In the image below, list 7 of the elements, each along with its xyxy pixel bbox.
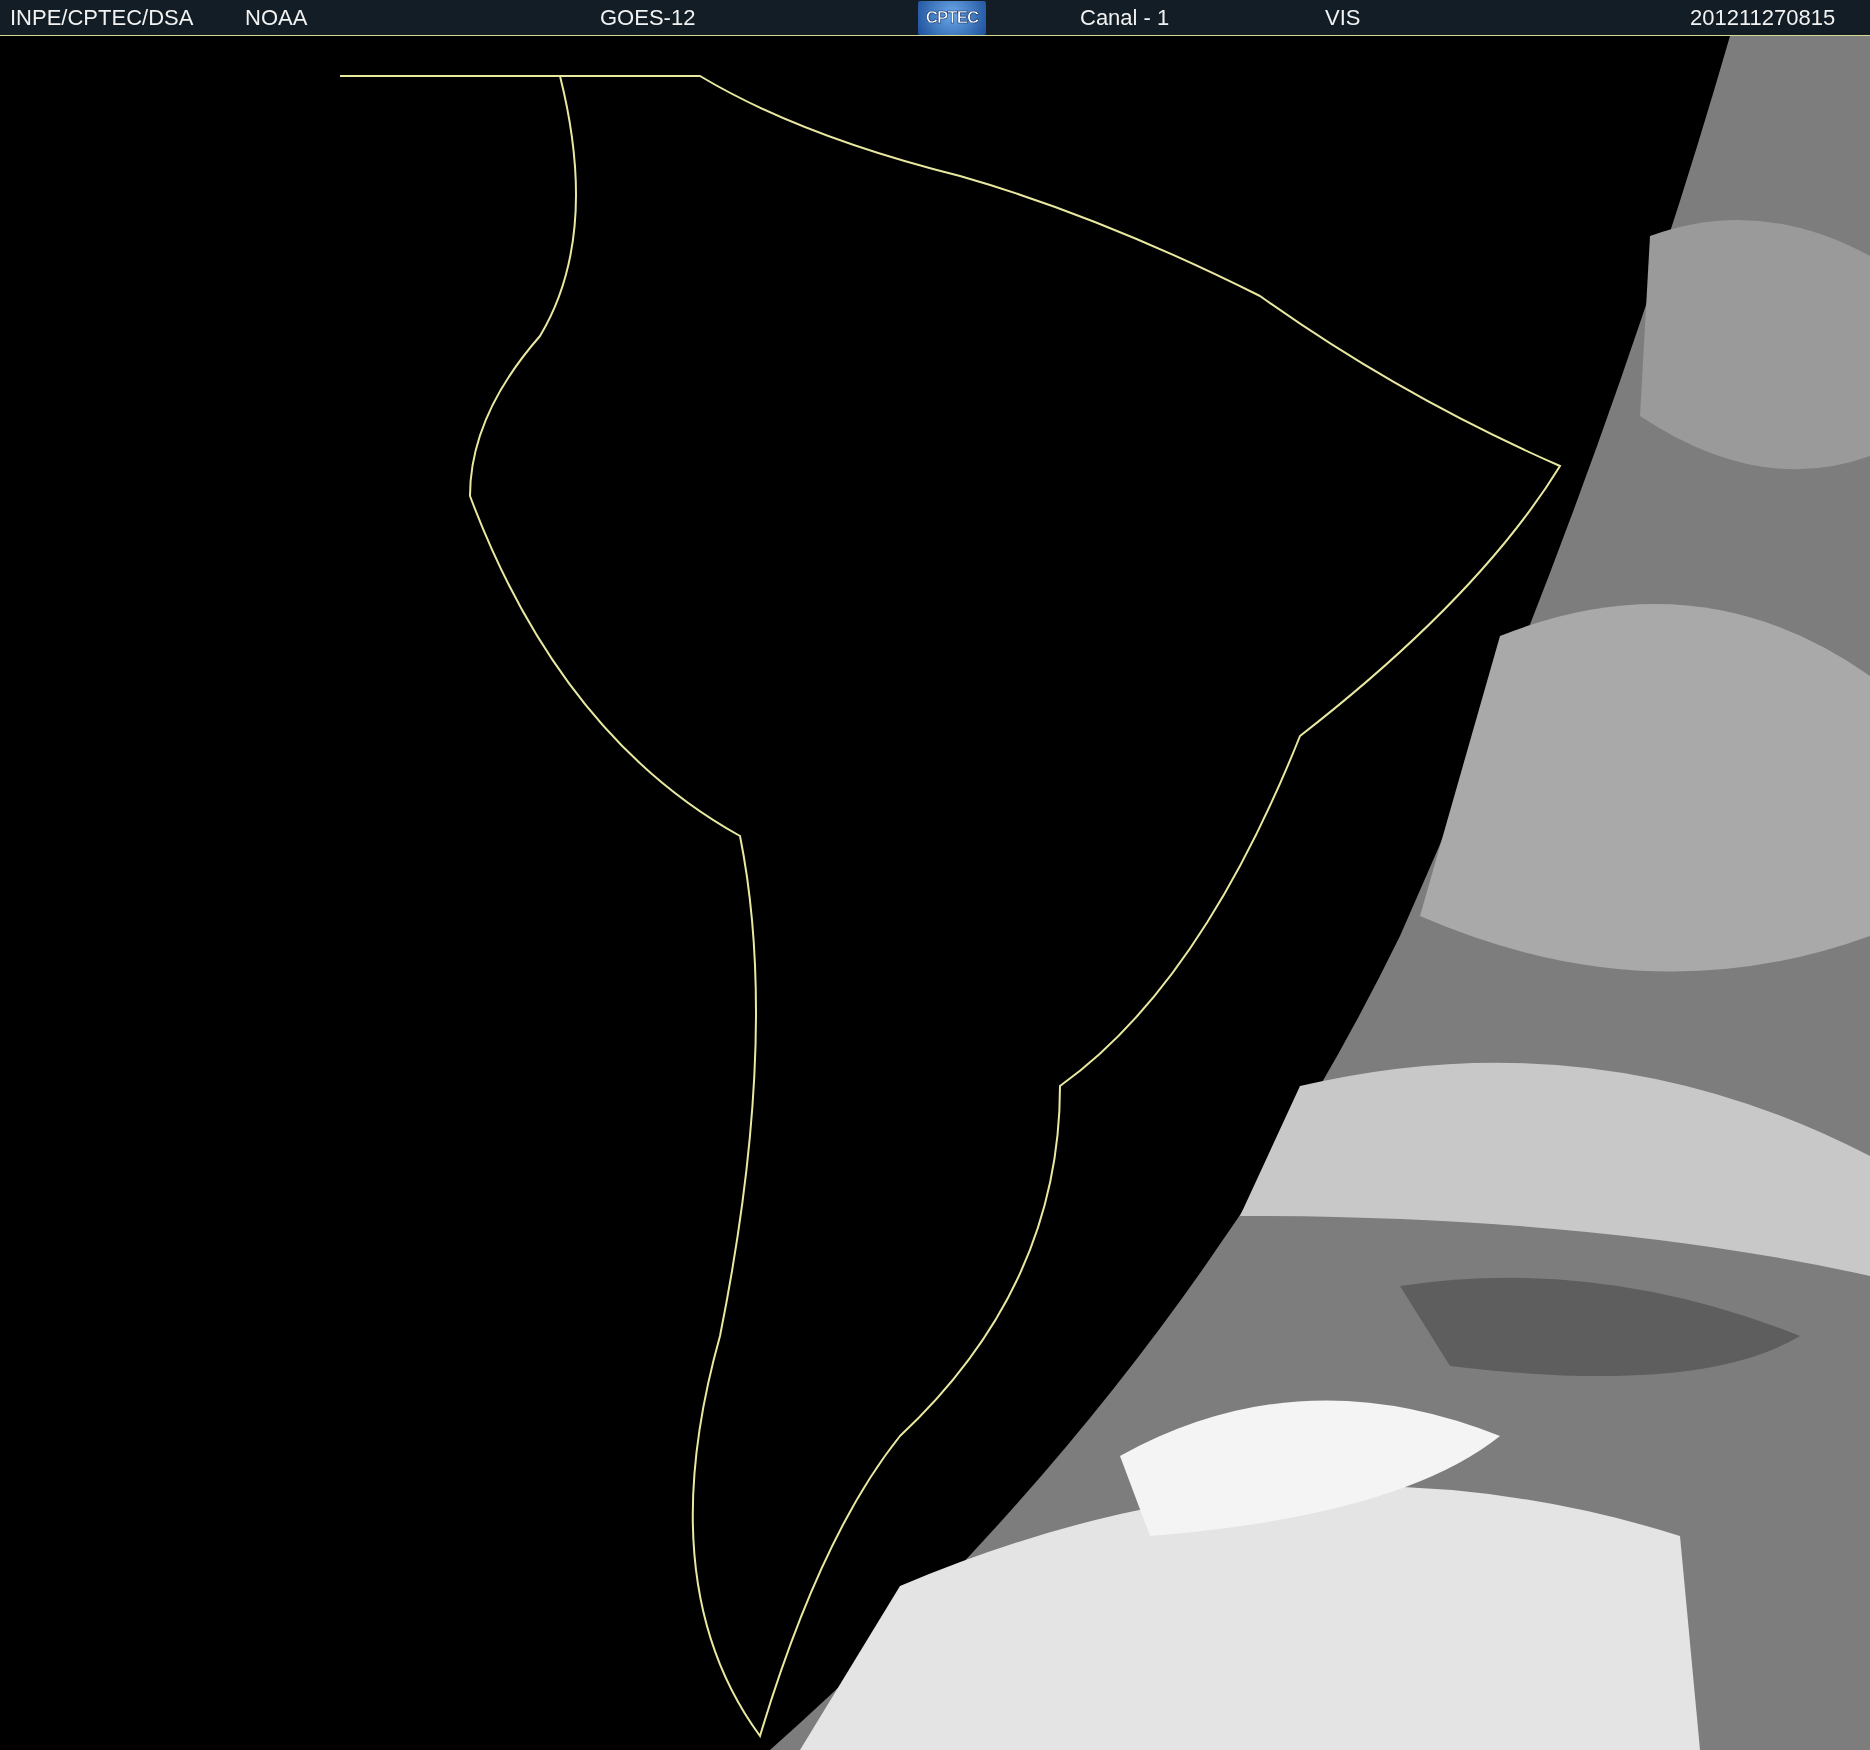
header-label: Canal - 1: [1080, 4, 1170, 31]
logo: CPTEC: [918, 0, 986, 35]
header-label: NOAA: [245, 4, 308, 31]
header-label: GOES-12: [600, 4, 696, 31]
header-label: VIS: [1325, 4, 1361, 31]
header-label: INPE/CPTEC/DSA: [10, 4, 194, 31]
header-label: 201211270815: [1690, 4, 1836, 31]
